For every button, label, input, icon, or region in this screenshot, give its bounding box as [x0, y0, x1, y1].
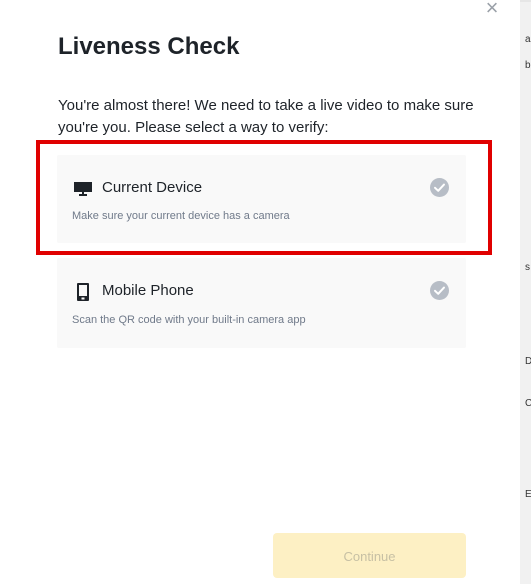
liveness-check-modal: × Liveness Check You're almost there! We… [0, 0, 520, 584]
background-text-fragment: s [525, 262, 530, 273]
background-text-fragment: E [525, 489, 531, 500]
background-text-fragment: C [525, 398, 531, 409]
check-circle-icon [430, 178, 449, 197]
option-description: Scan the QR code with your built-in came… [72, 314, 306, 326]
background-text-fragment: a [525, 34, 531, 45]
continue-button[interactable]: Continue [273, 533, 466, 578]
close-icon[interactable]: × [482, 0, 502, 19]
option-description: Make sure your current device has a came… [72, 210, 290, 222]
background-text-fragment: D [525, 356, 531, 367]
background-text-fragment: b [525, 60, 531, 71]
check-circle-icon [430, 281, 449, 300]
mobile-phone-icon [74, 283, 92, 301]
instructions-text: You're almost there! We need to take a l… [58, 97, 474, 136]
option-title: Mobile Phone [102, 282, 194, 299]
option-mobile-phone[interactable]: Mobile Phone Scan the QR code with your … [57, 258, 466, 348]
background-page-strip: a b s D C E [520, 0, 531, 584]
modal-title: Liveness Check [58, 33, 240, 60]
monitor-icon [74, 180, 92, 198]
option-current-device[interactable]: Current Device Make sure your current de… [57, 155, 466, 243]
option-title: Current Device [102, 179, 203, 196]
